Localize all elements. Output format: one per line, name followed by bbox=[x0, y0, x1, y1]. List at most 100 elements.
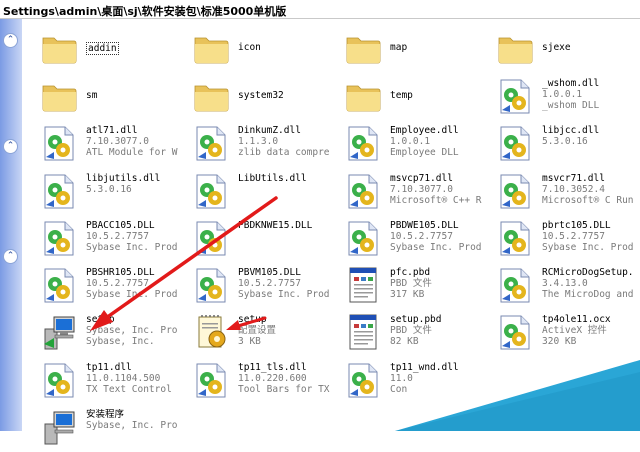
file-item[interactable]: PBDKNWE15.DLL bbox=[180, 215, 330, 263]
file-item[interactable]: setup 配置设置 3 KB bbox=[180, 309, 330, 357]
file-text: _wshom.dll 1.0.0.1 _wshom DLL bbox=[542, 78, 634, 111]
file-text: icon bbox=[238, 42, 330, 53]
file-detail: Sybase Inc. Prod... bbox=[86, 242, 178, 253]
address-bar[interactable]: Settings\admin\桌面\sj\软件安装包\标准5000单机版 bbox=[0, 0, 640, 19]
file-name: pbrtc105.DLL bbox=[542, 220, 611, 231]
file-item[interactable]: tp11_wnd.dll 11.0 Con bbox=[332, 357, 482, 405]
file-item[interactable]: msvcr71.dll7.10.3052.4Microsoft® C Run..… bbox=[484, 168, 634, 216]
file-item[interactable]: map bbox=[332, 25, 482, 73]
dll-gear-icon bbox=[497, 266, 533, 304]
file-name: LibUtils.dll bbox=[238, 173, 307, 184]
file-detail: Sybase Inc. Prod... bbox=[542, 242, 634, 253]
file-item[interactable]: icon bbox=[180, 25, 330, 73]
file-text: tp4ole11.ocx ActiveX 控件 320 KB bbox=[542, 314, 634, 347]
file-detail: 配置设置 bbox=[238, 325, 277, 336]
file-name: RCMicroDogSetup.dll bbox=[542, 267, 634, 278]
file-detail: 82 KB bbox=[390, 336, 419, 347]
file-item[interactable]: pbrtc105.DLL10.5.2.7757Sybase Inc. Prod.… bbox=[484, 215, 634, 263]
file-detail: Employee DLL bbox=[390, 147, 459, 158]
file-item[interactable]: Employee.dll 1.0.0.1 Employee DLL bbox=[332, 120, 482, 168]
folder-icon bbox=[193, 77, 229, 115]
file-item[interactable]: PBACC105.DLL10.5.2.7757Sybase Inc. Prod.… bbox=[28, 215, 178, 263]
file-text: PBVM105.DLL10.5.2.7757Sybase Inc. Prod..… bbox=[238, 267, 330, 300]
file-name: tp11_tls.dll bbox=[238, 362, 307, 373]
dll-gear-icon bbox=[345, 219, 381, 257]
file-detail: PBD 文件 bbox=[390, 278, 432, 289]
file-item[interactable]: PBSHR105.DLL10.5.2.7757Sybase Inc. Prod.… bbox=[28, 262, 178, 310]
file-item[interactable]: setup.pbd PBD 文件 82 KB bbox=[332, 309, 482, 357]
file-text: tp11.dll11.0.1104.500TX Text Control ... bbox=[86, 362, 178, 395]
file-item[interactable]: sm bbox=[28, 73, 178, 121]
file-name: PBSHR105.DLL bbox=[86, 267, 155, 278]
file-detail: The MicroDog and... bbox=[542, 289, 634, 300]
file-text: RCMicroDogSetup.dll3.4.13.0The MicroDog … bbox=[542, 267, 634, 300]
file-name: setup bbox=[86, 314, 115, 325]
file-item[interactable]: tp11.dll11.0.1104.500TX Text Control ... bbox=[28, 357, 178, 405]
file-text: PBDWE105.DLL10.5.2.7757Sybase Inc. Prod.… bbox=[390, 220, 482, 253]
file-item[interactable]: pfc.pbd PBD 文件 317 KB bbox=[332, 262, 482, 310]
file-item[interactable]: atl71.dll7.10.3077.0ATL Module for W... bbox=[28, 120, 178, 168]
file-text: setupSybase, Inc. Pro...Sybase, Inc. bbox=[86, 314, 178, 347]
file-item[interactable]: LibUtils.dll bbox=[180, 168, 330, 216]
file-name: DinkumZ.dll bbox=[238, 125, 301, 136]
file-detail: PBD 文件 bbox=[390, 325, 432, 336]
file-item[interactable]: setupSybase, Inc. Pro...Sybase, Inc. bbox=[28, 309, 178, 357]
file-detail: 1.0.0.1 bbox=[542, 89, 583, 100]
folder-icon bbox=[345, 77, 381, 115]
file-item[interactable]: addin bbox=[28, 25, 178, 73]
file-item[interactable]: libjcc.dll 5.3.0.16 bbox=[484, 120, 634, 168]
file-detail: Sybase, Inc. Pro... bbox=[86, 420, 178, 431]
file-detail: 3.4.13.0 bbox=[542, 278, 588, 289]
file-item[interactable]: msvcp71.dll7.10.3077.0Microsoft® C++ R..… bbox=[332, 168, 482, 216]
file-detail: 11.0.220.600 bbox=[238, 373, 307, 384]
file-detail: Sybase Inc. Prod... bbox=[238, 289, 330, 300]
file-name: setup bbox=[238, 314, 267, 325]
file-text: pbrtc105.DLL10.5.2.7757Sybase Inc. Prod.… bbox=[542, 220, 634, 253]
file-detail: Sybase Inc. Prod... bbox=[390, 242, 482, 253]
file-detail: 7.10.3077.0 bbox=[390, 184, 453, 195]
file-detail: 10.5.2.7757 bbox=[86, 278, 149, 289]
file-detail: Sybase, Inc. bbox=[86, 336, 155, 347]
dll-gear-icon bbox=[345, 361, 381, 399]
file-detail: 10.5.2.7757 bbox=[542, 231, 605, 242]
file-text: DinkumZ.dll1.1.3.0zlib data compre... bbox=[238, 125, 330, 158]
file-name: sm bbox=[86, 90, 98, 101]
dll-gear-icon bbox=[497, 219, 533, 257]
file-name: tp4ole11.ocx bbox=[542, 314, 611, 325]
file-list: addin icon map sjexe sm system32 temp _wshom.dl… bbox=[22, 19, 640, 445]
file-text: addin bbox=[86, 42, 178, 55]
file-text: sm bbox=[86, 90, 178, 101]
file-text: sjexe bbox=[542, 42, 634, 53]
file-detail: 3 KB bbox=[238, 336, 261, 347]
file-item[interactable]: temp bbox=[332, 73, 482, 121]
file-text: tp11_tls.dll 11.0.220.600 Tool Bars for TX… bbox=[238, 362, 330, 395]
file-detail: 5.3.0.16 bbox=[86, 184, 132, 195]
file-name: setup.pbd bbox=[390, 314, 442, 325]
file-item[interactable]: sjexe bbox=[484, 25, 634, 73]
collapse-button-2[interactable]: ⌃ bbox=[3, 139, 18, 154]
collapse-button-1[interactable]: ⌃ bbox=[3, 33, 18, 48]
file-item[interactable]: DinkumZ.dll1.1.3.0zlib data compre... bbox=[180, 120, 330, 168]
file-item[interactable]: libjutils.dll 5.3.0.16 bbox=[28, 168, 178, 216]
file-item[interactable]: tp11_tls.dll 11.0.220.600 Tool Bars for TX… bbox=[180, 357, 330, 405]
dll-gear-icon bbox=[193, 172, 229, 210]
file-name: system32 bbox=[238, 90, 284, 101]
file-item[interactable]: tp4ole11.ocx ActiveX 控件 320 KB bbox=[484, 309, 634, 357]
file-text: PBSHR105.DLL10.5.2.7757Sybase Inc. Prod.… bbox=[86, 267, 178, 300]
file-text: LibUtils.dll bbox=[238, 173, 330, 184]
file-item[interactable]: _wshom.dll 1.0.0.1 _wshom DLL bbox=[484, 73, 634, 121]
file-name: tp11.dll bbox=[86, 362, 132, 373]
folder-icon bbox=[345, 29, 381, 67]
dll-gear-icon bbox=[345, 172, 381, 210]
dll-gear-icon bbox=[41, 124, 77, 162]
file-item[interactable]: system32 bbox=[180, 73, 330, 121]
file-text: msvcr71.dll7.10.3052.4Microsoft® C Run..… bbox=[542, 173, 634, 206]
collapse-button-3[interactable]: ⌃ bbox=[3, 249, 18, 264]
file-detail: 7.10.3052.4 bbox=[542, 184, 605, 195]
file-item[interactable]: 安装程序Sybase, Inc. Pro... bbox=[28, 404, 178, 452]
pbd-file-icon bbox=[345, 266, 381, 304]
file-text: setup 配置设置 3 KB bbox=[238, 314, 330, 347]
file-item[interactable]: RCMicroDogSetup.dll3.4.13.0The MicroDog … bbox=[484, 262, 634, 310]
file-item[interactable]: PBDWE105.DLL10.5.2.7757Sybase Inc. Prod.… bbox=[332, 215, 482, 263]
file-item[interactable]: PBVM105.DLL10.5.2.7757Sybase Inc. Prod..… bbox=[180, 262, 330, 310]
